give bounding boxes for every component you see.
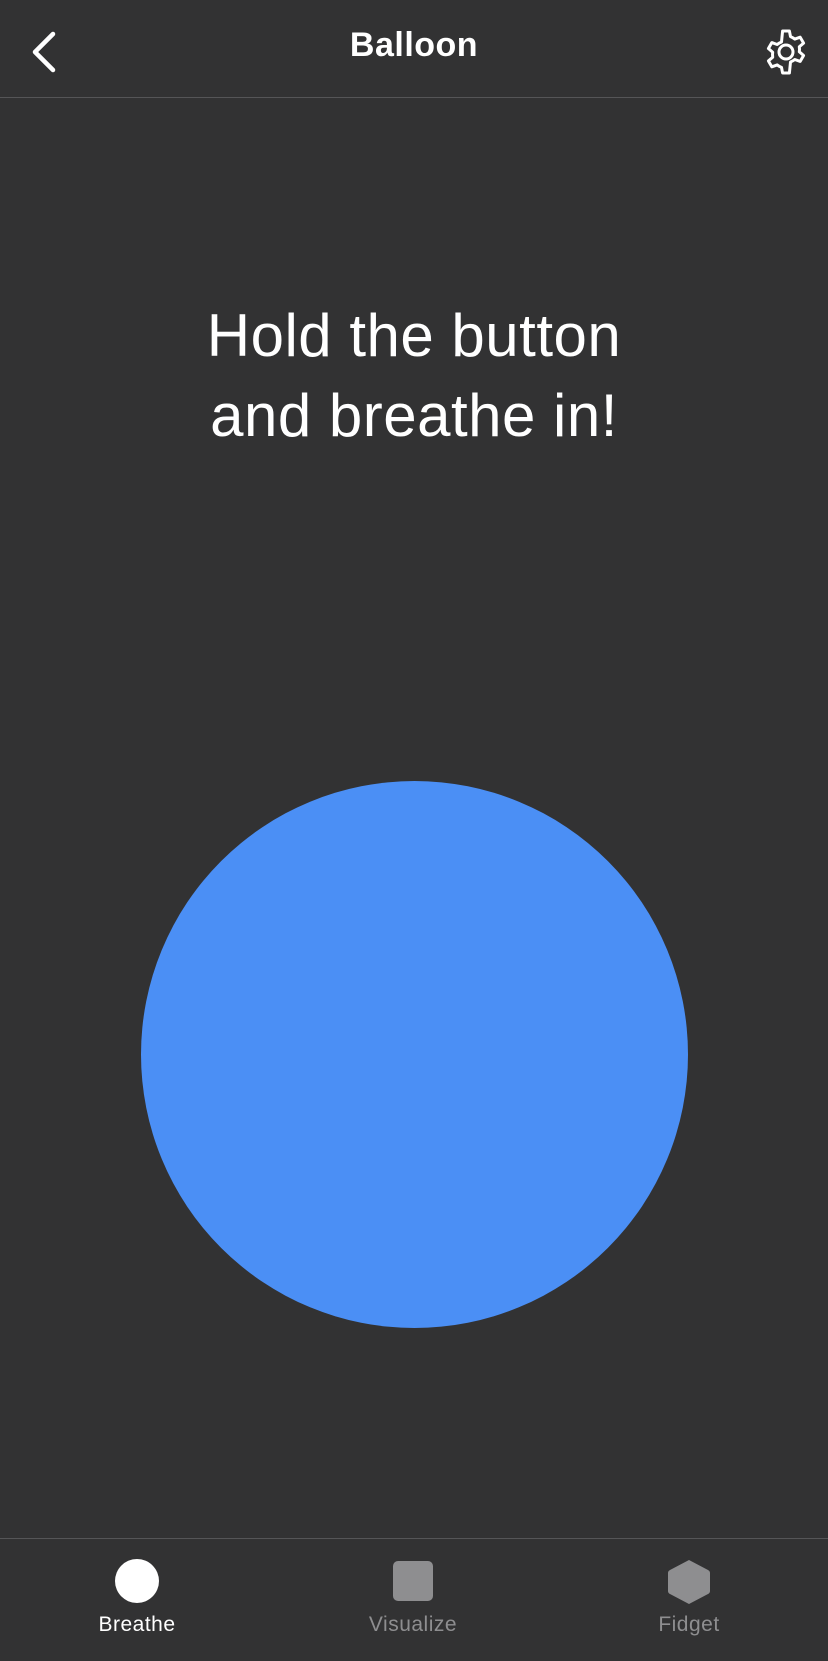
balloon-hold-button[interactable]: [141, 781, 688, 1328]
bottom-tab-bar: Breathe Visualize Fidget: [0, 1538, 828, 1661]
header-bar: Balloon: [0, 0, 828, 98]
tab-label-breathe: Breathe: [98, 1613, 176, 1636]
tab-breathe[interactable]: Breathe: [37, 1539, 237, 1661]
hexagon-icon: [668, 1560, 710, 1604]
settings-button[interactable]: [760, 26, 812, 78]
page-title: Balloon: [349, 26, 479, 64]
tab-label-visualize: Visualize: [368, 1613, 458, 1636]
circle-icon: [115, 1559, 159, 1603]
tab-label-fidget: Fidget: [658, 1613, 720, 1636]
tab-fidget[interactable]: Fidget: [589, 1539, 789, 1661]
instruction-line-2: and breathe in!: [210, 382, 618, 449]
instruction-line-1: Hold the button: [206, 302, 622, 369]
breathing-instruction: Hold the button and breathe in!: [0, 296, 828, 456]
gear-icon: [766, 29, 806, 75]
square-icon: [393, 1561, 433, 1601]
tab-visualize[interactable]: Visualize: [313, 1539, 513, 1661]
